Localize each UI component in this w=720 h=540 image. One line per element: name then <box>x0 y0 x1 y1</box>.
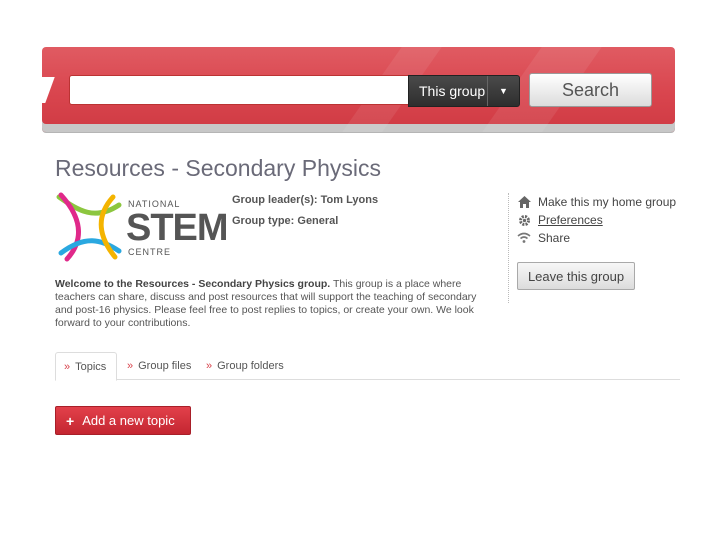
tab-topics-label: Topics <box>75 360 107 373</box>
search-banner: This group ▼ Search <box>42 47 675 132</box>
group-leader: Group leader(s): Tom Lyons <box>232 194 379 206</box>
group-type: Group type: General <box>232 215 339 227</box>
preferences-link[interactable]: Preferences <box>517 213 603 227</box>
national-stem-centre-logo: NATIONAL STEM CENTRE <box>55 191 229 263</box>
home-icon <box>517 195 531 209</box>
share-label: Share <box>538 231 571 245</box>
group-description: Welcome to the Resources - Secondary Phy… <box>55 278 495 330</box>
tab-group-folders-label: Group folders <box>217 359 284 372</box>
wifi-share-icon <box>517 231 531 245</box>
tab-group-files-label: Group files <box>138 359 192 372</box>
add-new-topic-label: Add a new topic <box>82 413 175 428</box>
gear-icon <box>517 213 531 227</box>
search-button[interactable]: Search <box>529 73 652 107</box>
share-action[interactable]: Share <box>517 231 570 245</box>
search-scope-label: This group <box>419 83 486 99</box>
chevron-down-icon: ▼ <box>499 86 508 96</box>
double-chevron-icon: » <box>127 359 134 372</box>
preferences-label: Preferences <box>538 213 603 227</box>
vertical-divider <box>508 193 509 303</box>
plus-icon: + <box>66 412 75 429</box>
tab-group-folders[interactable]: » Group folders <box>206 352 284 379</box>
double-chevron-icon: » <box>64 360 71 373</box>
make-home-group-label: Make this my home group <box>538 195 677 209</box>
search-scope-select[interactable]: This group ▼ <box>408 75 520 107</box>
leave-group-button[interactable]: Leave this group <box>517 262 635 290</box>
stem-x-icon <box>56 192 122 262</box>
search-input[interactable] <box>69 75 411 105</box>
tab-topics[interactable]: » Topics <box>55 352 118 381</box>
welcome-heading: Welcome to the Resources - Secondary Phy… <box>55 278 331 290</box>
logo-stem-text: STEM <box>126 207 229 249</box>
double-chevron-icon: » <box>206 359 213 372</box>
tabs-baseline <box>55 379 680 380</box>
make-home-group-action[interactable]: Make this my home group <box>517 195 676 209</box>
tab-group-files[interactable]: » Group files <box>127 352 191 379</box>
add-new-topic-button[interactable]: + Add a new topic <box>55 406 191 435</box>
page-title: Resources - Secondary Physics <box>55 155 381 181</box>
logo-centre-text: CENTRE <box>128 247 172 257</box>
